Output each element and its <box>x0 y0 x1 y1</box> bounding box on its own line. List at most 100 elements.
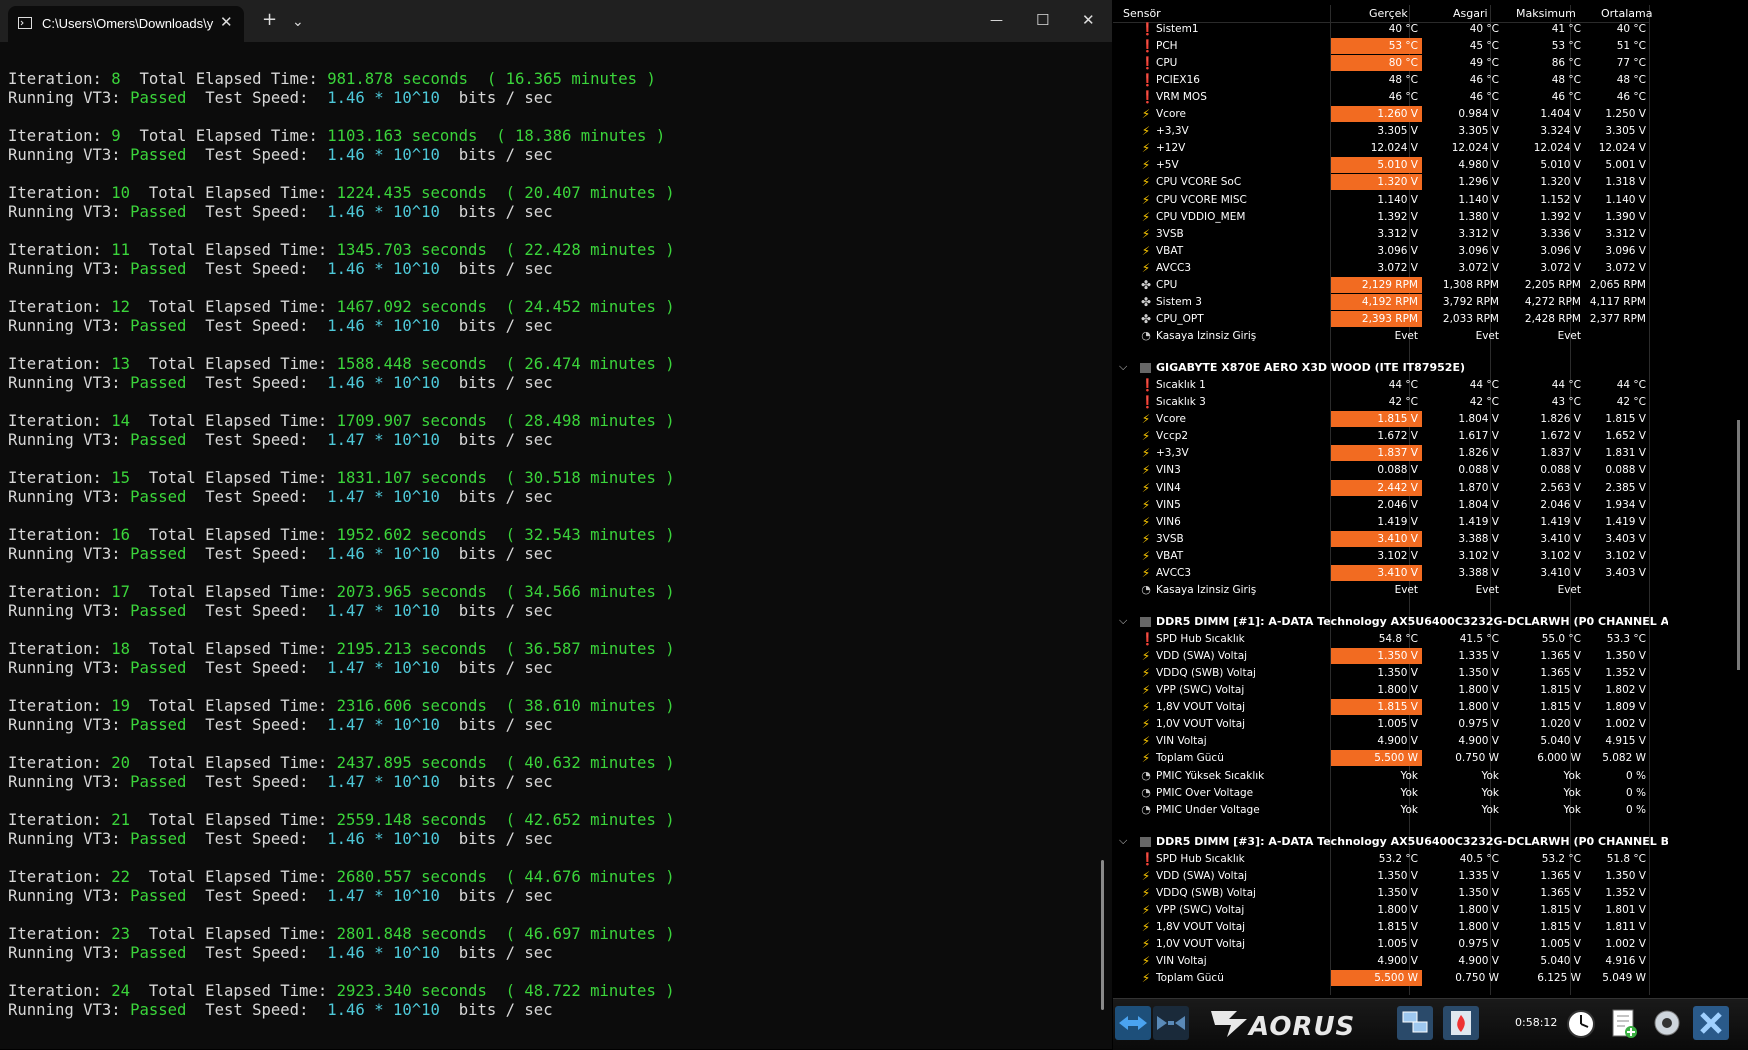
value-current: 3.102 V <box>1377 549 1418 562</box>
sensor-row[interactable]: ⚡ VIN5 2.046 V 1.804 V 2.046 V 1.934 V <box>1113 497 1650 514</box>
sensor-row[interactable]: ⚡ 3VSB 3.410 V 3.388 V 3.410 V 3.403 V <box>1113 530 1650 548</box>
sensor-row[interactable]: ⚡ +12V 12.024 V 12.024 V 12.024 V 12.024 V <box>1113 140 1650 157</box>
sensor-row[interactable]: ❗ PCIEX16 48 °C 46 °C 48 °C 48 °C <box>1113 72 1650 89</box>
sensor-row[interactable]: ◔ PMIC Under Voltage Yok Yok Yok 0 % <box>1113 802 1650 819</box>
elapsed-seconds: 1103.163 seconds <box>327 127 478 145</box>
sensor-row[interactable]: ❗ PCH 53 °C 45 °C 53 °C 51 °C <box>1113 38 1650 55</box>
sensor-row[interactable]: ⚡ +3,3V 3.305 V 3.305 V 3.324 V 3.305 V <box>1113 123 1650 140</box>
sensor-row[interactable]: ⚡ Toplam Gücü 5.500 W 0.750 W 6.000 W 5.082 W <box>1113 750 1650 767</box>
tab-close-icon[interactable]: ✕ <box>220 13 233 31</box>
sensor-row[interactable]: ◔ Kasaya İzinsiz Giriş Evet Evet Evet <box>1113 582 1650 599</box>
lightning-icon: ⚡ <box>1141 124 1151 139</box>
minimize-button[interactable]: — <box>990 11 1003 31</box>
sensor-name: SPD Hub Sıcaklık <box>1156 633 1245 646</box>
sensor-row[interactable]: ⚡ 3VSB 3.312 V 3.312 V 3.336 V 3.312 V <box>1113 226 1650 243</box>
iteration-number: 14 <box>111 412 131 430</box>
sensor-row[interactable]: ✤ Sistem 3 4,192 RPM 3,792 RPM 4,272 RPM 4,11… <box>1113 293 1650 311</box>
sensor-row[interactable]: ❗ VRM MOS 46 °C 46 °C 46 °C 46 °C <box>1113 89 1650 106</box>
settings-button[interactable] <box>1649 1006 1685 1040</box>
sensor-row[interactable]: ⚡ VIN6 1.419 V 1.419 V 1.419 V 1.419 V <box>1113 514 1650 531</box>
sensor-row[interactable]: ❗ Sistem1 40 °C 40 °C 41 °C 40 °C <box>1113 21 1650 38</box>
value-max: Yok <box>1563 803 1581 816</box>
sensor-row[interactable]: ⚡ CPU VCORE MISC 1.140 V 1.140 V 1.152 V 1.14… <box>1113 192 1650 209</box>
sensor-row[interactable]: ✤ CPU 2,129 RPM 1,308 RPM 2,205 RPM 2,065 RPM <box>1113 276 1650 294</box>
value-min: Evet <box>1475 329 1499 342</box>
sensor-row[interactable]: ⚡ VBAT 3.102 V 3.102 V 3.102 V 3.102 V <box>1113 548 1650 565</box>
tab-dropdown-button[interactable]: ⌄ <box>292 12 304 32</box>
network-button[interactable] <box>1397 1006 1433 1040</box>
sensor-row[interactable]: ⚡ +5V 5.010 V 4.980 V 5.010 V 5.001 V <box>1113 157 1650 174</box>
value-max: 1.672 V <box>1540 430 1581 443</box>
sensor-row[interactable]: ❗ Sıcaklık 1 44 °C 44 °C 44 °C 44 °C <box>1113 377 1650 394</box>
chevron-down-icon[interactable]: ⌵ <box>1119 360 1127 374</box>
close-window-button[interactable]: ✕ <box>1082 10 1095 30</box>
sensor-row[interactable]: ◔ PMIC Over Voltage Yok Yok Yok 0 % <box>1113 785 1650 802</box>
column-sensor[interactable]: Sensör <box>1123 7 1161 20</box>
sensor-name: Sistem 3 <box>1156 295 1202 308</box>
sensor-row[interactable]: ❗ SPD Hub Sıcaklık 53.2 °C 40.5 °C 53.2 °C 51… <box>1113 851 1650 868</box>
column-current[interactable]: Gerçek <box>1369 7 1408 20</box>
sensor-row[interactable]: ⚡ 1,0V VOUT Voltaj 1.005 V 0.975 V 1.020 V 1.… <box>1113 716 1650 733</box>
value-average: 1.318 V <box>1605 176 1646 189</box>
sensor-name: CPU VCORE SoC <box>1156 176 1242 189</box>
sensor-row[interactable]: ❗ CPU 80 °C 49 °C 86 °C 77 °C <box>1113 55 1650 72</box>
clock-button[interactable] <box>1563 1006 1599 1040</box>
sensor-row[interactable]: ❗ Sıcaklık 3 42 °C 42 °C 43 °C 42 °C <box>1113 394 1650 411</box>
column-max[interactable]: Maksimum <box>1516 7 1576 20</box>
sensor-row[interactable]: ⚡ CPU VCORE SoC 1.320 V 1.296 V 1.320 V 1.318… <box>1113 174 1650 191</box>
sensor-scrollbar[interactable] <box>1737 420 1740 670</box>
sensor-row[interactable]: ⚡ VDD (SWA) Voltaj 1.350 V 1.335 V 1.365 V 1.… <box>1113 648 1650 665</box>
lightning-icon: ⚡ <box>1141 954 1151 969</box>
sensor-row[interactable]: ⚡ Vcore 1.815 V 1.804 V 1.826 V 1.815 V <box>1113 411 1650 428</box>
log-button[interactable] <box>1605 1006 1641 1040</box>
sensor-row[interactable]: ⚡ VIN4 2.442 V 1.870 V 2.563 V 2.385 V <box>1113 479 1650 497</box>
sensor-row[interactable]: ⚡ Vccp2 1.672 V 1.617 V 1.672 V 1.652 V <box>1113 428 1650 445</box>
sensor-row[interactable]: ✤ CPU_OPT 2,393 RPM 2,033 RPM 2,428 RPM 2,377… <box>1113 310 1650 328</box>
sensor-row[interactable]: ⚡ +3,3V 1.837 V 1.826 V 1.837 V 1.831 V <box>1113 445 1650 462</box>
test-speed-label: Test Speed: <box>205 488 309 506</box>
sensor-group-header[interactable]: ⌵ DDR5 DIMM [#1]: A-DATA Technology AX5U6… <box>1113 614 1673 631</box>
sensor-group-header[interactable]: ⌵ DDR5 DIMM [#3]: A-DATA Technology AX5U6… <box>1113 834 1673 851</box>
maximize-button[interactable]: ☐ <box>1036 10 1049 30</box>
close-sensor-button[interactable] <box>1693 1006 1729 1040</box>
terminal-tab[interactable]: C:\Users\Omers\Downloads\y ✕ <box>8 6 244 42</box>
value-average: 40 °C <box>1616 23 1646 35</box>
column-average[interactable]: Ortalama <box>1601 7 1653 20</box>
running-label: Running VT3: <box>8 887 121 905</box>
elapsed-seconds: 2923.340 seconds <box>336 982 487 1000</box>
chevron-down-icon[interactable]: ⌵ <box>1119 834 1127 848</box>
value-current: 1.837 V <box>1377 447 1418 460</box>
sensor-row[interactable]: ◔ PMIC Yüksek Sıcaklık Yok Yok Yok 0 % <box>1113 768 1650 785</box>
sensor-row[interactable]: ⚡ 1,8V VOUT Voltaj 1.815 V 1.800 V 1.815 V 1.… <box>1113 699 1650 716</box>
sensor-row[interactable]: ⚡ VDD (SWA) Voltaj 1.350 V 1.335 V 1.365 V 1.… <box>1113 868 1650 885</box>
sensor-row[interactable]: ⚡ 1,8V VOUT Voltaj 1.815 V 1.800 V 1.815 V 1.… <box>1113 919 1650 936</box>
expand-arrows-button[interactable] <box>1115 1006 1151 1040</box>
terminal-scrollbar[interactable] <box>1101 860 1104 1010</box>
sensor-row[interactable]: ⚡ VPP (SWC) Voltaj 1.800 V 1.800 V 1.815 V 1.… <box>1113 902 1650 919</box>
sensor-row[interactable]: ⚡ AVCC3 3.072 V 3.072 V 3.072 V 3.072 V <box>1113 260 1650 277</box>
sensor-row[interactable]: ⚡ VIN3 0.088 V 0.088 V 0.088 V 0.088 V <box>1113 462 1650 479</box>
collapse-arrows-button[interactable] <box>1153 1006 1189 1040</box>
value-current: 2,393 RPM <box>1361 312 1418 325</box>
sensor-row[interactable]: ⚡ VPP (SWC) Voltaj 1.800 V 1.800 V 1.815 V 1.… <box>1113 682 1650 699</box>
chevron-down-icon[interactable]: ⌵ <box>1119 614 1127 628</box>
sensor-row[interactable]: ⚡ VIN Voltaj 4.900 V 4.900 V 5.040 V 4.916 V <box>1113 953 1650 970</box>
sensor-row[interactable]: ⚡ CPU VDDIO_MEM 1.392 V 1.380 V 1.392 V 1.390… <box>1113 209 1650 226</box>
sensor-row[interactable]: ❗ SPD Hub Sıcaklık 54.8 °C 41.5 °C 55.0 °C 53… <box>1113 631 1650 648</box>
sensor-row[interactable]: ⚡ VIN Voltaj 4.900 V 4.900 V 5.040 V 4.915 V <box>1113 733 1650 750</box>
sensor-row[interactable]: ⚡ Toplam Gücü 5.500 W 0.750 W 6.125 W 5.049 W <box>1113 970 1650 987</box>
sensor-row[interactable]: ⚡ 1,0V VOUT Voltaj 1.005 V 0.975 V 1.005 V 1.… <box>1113 936 1650 953</box>
new-tab-button[interactable]: + <box>262 10 277 30</box>
sensor-row[interactable]: ⚡ VDDQ (SWB) Voltaj 1.350 V 1.350 V 1.365 V 1… <box>1113 665 1650 682</box>
test-speed-value: 1.46 * 10^10 <box>327 146 440 164</box>
value-current: 3.072 V <box>1377 261 1418 274</box>
sensor-row[interactable]: ⚡ VDDQ (SWB) Voltaj 1.350 V 1.350 V 1.365 V 1… <box>1113 885 1650 902</box>
sensor-row[interactable]: ⚡ AVCC3 3.410 V 3.388 V 3.410 V 3.403 V <box>1113 564 1650 582</box>
sensor-row[interactable]: ⚡ VBAT 3.096 V 3.096 V 3.096 V 3.096 V <box>1113 243 1650 260</box>
document-add-icon <box>1612 1009 1637 1038</box>
sensor-row[interactable]: ⚡ Vcore 1.260 V 0.984 V 1.404 V 1.250 V <box>1113 106 1650 123</box>
column-min[interactable]: Asgari <box>1453 7 1488 20</box>
sensor-group-header[interactable]: ⌵ GIGABYTE X870E AERO X3D WOOD (ITE IT879… <box>1113 360 1673 377</box>
sensor-row[interactable]: ◔ Kasaya İzinsiz Giriş Evet Evet Evet <box>1113 328 1650 345</box>
reset-button[interactable] <box>1443 1006 1479 1040</box>
